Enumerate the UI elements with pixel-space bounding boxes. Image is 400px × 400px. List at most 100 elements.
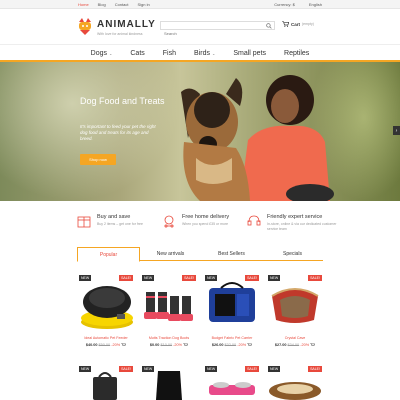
product-name[interactable]: Mutts Traction Dog Boots bbox=[140, 336, 198, 340]
top-nav-blog[interactable]: Blog bbox=[98, 2, 106, 7]
add-to-cart-icon[interactable] bbox=[310, 343, 316, 347]
cart-status: (empty) bbox=[302, 22, 314, 26]
product-image-dog-boots[interactable] bbox=[140, 274, 198, 334]
feature-title: Free home delivery bbox=[182, 214, 230, 220]
feature-desc: When you spend £35 or more bbox=[182, 222, 229, 226]
logo-text[interactable]: ANIMALLY bbox=[97, 19, 156, 30]
nav-item-reptiles[interactable]: Reptiles bbox=[275, 46, 318, 60]
tab-specials[interactable]: Specials bbox=[262, 247, 323, 260]
feature-free-delivery: Free home delivery When you spend £35 or… bbox=[162, 214, 252, 228]
new-badge: NEW bbox=[268, 366, 281, 372]
feature-desc: In-store, online & via our dedicated cus… bbox=[267, 222, 337, 231]
product-card[interactable]: NEW SALE! bbox=[266, 365, 324, 400]
nav-item-cats[interactable]: Cats bbox=[121, 46, 153, 60]
product-name[interactable]: Ideal Automatic Pet Feeder bbox=[77, 336, 135, 340]
shop-now-button[interactable]: Shop now bbox=[80, 154, 116, 165]
search-box bbox=[160, 21, 275, 37]
top-nav-sign-in[interactable]: Sign in bbox=[137, 2, 149, 7]
sale-badge: SALE! bbox=[308, 366, 322, 372]
product-image-crystal-cave[interactable] bbox=[266, 274, 324, 334]
hero-title: Dog Food and Treats bbox=[80, 96, 165, 106]
product-discount: -20% bbox=[300, 343, 310, 347]
hero-dog-and-woman-image bbox=[181, 75, 334, 201]
hero-text: It's important to feed your pet the righ… bbox=[80, 124, 156, 141]
new-badge: NEW bbox=[205, 275, 218, 281]
search-input[interactable] bbox=[161, 30, 261, 37]
cat-logo-icon[interactable] bbox=[77, 18, 93, 35]
currency-selector[interactable]: Currency: $ bbox=[274, 2, 295, 7]
new-badge: NEW bbox=[205, 366, 218, 372]
top-nav: Home Blog Contact Sign in bbox=[78, 2, 150, 7]
nav-item-label: Cats bbox=[130, 50, 145, 57]
delivery-icon bbox=[164, 215, 174, 228]
product-name[interactable]: Budget Fabric Pet Carrier bbox=[203, 336, 261, 340]
hero-banner: › bbox=[0, 62, 400, 201]
product-card[interactable]: NEW SALE! bbox=[203, 365, 261, 400]
product-price: $26.00 bbox=[211, 343, 224, 347]
chevron-down-icon: ⌄ bbox=[109, 51, 113, 56]
product-card[interactable]: NEW SALE! bbox=[77, 365, 135, 400]
feature-expert-service: Friendly expert service In-store, online… bbox=[247, 214, 337, 231]
add-to-cart-icon[interactable] bbox=[121, 343, 127, 347]
add-to-cart-icon[interactable] bbox=[183, 343, 189, 347]
new-badge: NEW bbox=[79, 275, 92, 281]
nav-item-fish[interactable]: Fish bbox=[154, 46, 185, 60]
new-badge: NEW bbox=[142, 275, 155, 281]
logo-tagline: With love for animal kindness bbox=[97, 32, 143, 36]
product-price: $40.00 bbox=[85, 343, 98, 347]
add-to-cart-icon[interactable] bbox=[247, 343, 253, 347]
search-icon[interactable] bbox=[266, 23, 272, 29]
nav-item-label: Fish bbox=[162, 50, 177, 57]
sale-badge: SALE! bbox=[245, 275, 259, 281]
product-name[interactable]: Crystal Cave bbox=[266, 336, 324, 340]
sale-badge: SALE! bbox=[308, 275, 322, 281]
nav-item-label: Reptiles bbox=[284, 50, 310, 57]
product-discount: -20% bbox=[237, 343, 247, 347]
sale-badge: SALE! bbox=[245, 366, 259, 372]
cart-label: Cart bbox=[291, 21, 301, 27]
product-old-price: $34.00 bbox=[287, 343, 300, 347]
new-badge: NEW bbox=[142, 366, 155, 372]
product-prices: $0.00 $10.00 -20% bbox=[140, 343, 198, 347]
product-image-pet-feeder[interactable] bbox=[77, 274, 135, 334]
product-price: $27.00 bbox=[274, 343, 287, 347]
feature-buy-and-save: Buy and save Buy 2 items – get one for f… bbox=[77, 214, 167, 228]
sale-badge: SALE! bbox=[119, 366, 133, 372]
nav-item-birds[interactable]: Birds ⌄ bbox=[185, 46, 224, 60]
product-prices: $27.00 $34.00 -20% bbox=[266, 343, 324, 347]
top-nav-home[interactable]: Home bbox=[78, 2, 89, 7]
product-old-price: $50.00 bbox=[98, 343, 111, 347]
product-prices: $40.00 $50.00 -20% bbox=[77, 343, 135, 347]
product-image-pet-carrier[interactable] bbox=[203, 274, 261, 334]
feature-title: Buy and save bbox=[97, 214, 131, 220]
new-badge: NEW bbox=[79, 366, 92, 372]
nav-item-small-pets[interactable]: Small pets bbox=[224, 46, 275, 60]
cart-icon bbox=[282, 21, 289, 27]
header: ANIMALLY With love for animal kindness C… bbox=[0, 9, 400, 45]
chevron-down-icon: ⌄ bbox=[211, 51, 216, 56]
top-bar: Home Blog Contact Sign in Currency: $ En… bbox=[0, 0, 400, 9]
product-discount: -20% bbox=[111, 343, 121, 347]
nav-item-label: Small pets bbox=[233, 50, 267, 57]
product-prices: $26.00 $32.00 -20% bbox=[203, 343, 261, 347]
slider-next-arrow[interactable]: › bbox=[393, 126, 400, 135]
feature-desc: Buy 2 items – get one for free bbox=[97, 222, 143, 226]
language-selector[interactable]: English bbox=[309, 2, 322, 7]
tab-best-sellers[interactable]: Best Sellers bbox=[201, 247, 262, 260]
feature-title: Friendly expert service bbox=[267, 214, 323, 220]
nav-item-label: Birds bbox=[194, 50, 210, 57]
tab-new-arrivals[interactable]: New arrivals bbox=[140, 247, 201, 260]
product-old-price: $32.00 bbox=[224, 343, 237, 347]
top-right: Currency: $ English bbox=[274, 2, 322, 7]
cart-button[interactable]: Cart (empty) bbox=[282, 21, 314, 27]
top-nav-contact[interactable]: Contact bbox=[115, 2, 129, 7]
headset-icon bbox=[247, 215, 261, 226]
nav-item-dogs[interactable]: Dogs ⌄ bbox=[82, 46, 122, 60]
product-tabs: Popular New arrivals Best Sellers Specia… bbox=[77, 247, 323, 262]
tab-popular[interactable]: Popular bbox=[77, 247, 140, 262]
nav-item-label: Dogs bbox=[90, 50, 108, 57]
sale-badge: SALE! bbox=[182, 275, 196, 281]
product-card[interactable]: NEW bbox=[140, 365, 198, 400]
main-nav: Dogs ⌄ Cats Fish Birds ⌄ Small pets Reptil… bbox=[0, 46, 400, 62]
product-discount: -20% bbox=[173, 343, 183, 347]
